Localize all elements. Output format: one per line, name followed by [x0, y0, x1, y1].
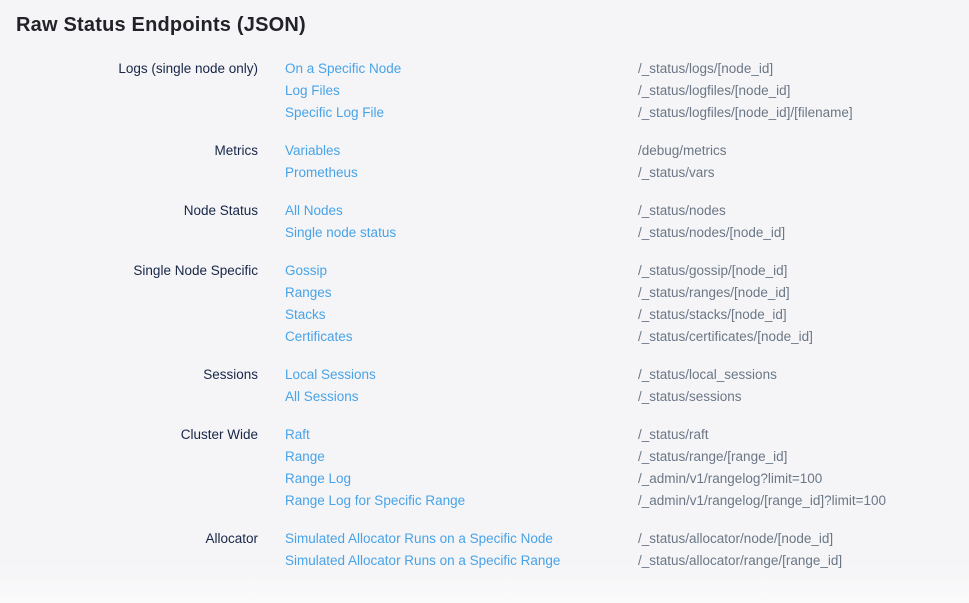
endpoint-group: Allocator Simulated Allocator Runs on a …: [16, 528, 953, 572]
links-column: VariablesPrometheus: [258, 140, 638, 184]
endpoint-path: /_status/certificates/[node_id]: [638, 326, 953, 348]
category-label: Allocator: [16, 528, 258, 572]
endpoint-path: /_status/local_sessions: [638, 364, 953, 386]
endpoint-link[interactable]: Range Log: [285, 468, 351, 490]
category-label: Node Status: [16, 200, 258, 244]
links-column: Simulated Allocator Runs on a Specific N…: [258, 528, 638, 572]
endpoint-link[interactable]: Specific Log File: [285, 102, 384, 124]
category-label: Single Node Specific: [16, 260, 258, 348]
endpoint-link[interactable]: Gossip: [285, 260, 327, 282]
endpoint-link[interactable]: Range Log for Specific Range: [285, 490, 465, 512]
endpoint-path: /_status/allocator/range/[range_id]: [638, 550, 953, 572]
raw-status-endpoints-section: Raw Status Endpoints (JSON) Logs (single…: [0, 0, 969, 572]
endpoint-path: /_status/ranges/[node_id]: [638, 282, 953, 304]
paths-column: /_status/gossip/[node_id]/_status/ranges…: [638, 260, 953, 348]
endpoint-link[interactable]: Log Files: [285, 80, 340, 102]
endpoint-path: /_admin/v1/rangelog/[range_id]?limit=100: [638, 490, 953, 512]
endpoint-group: Node Status All NodesSingle node status …: [16, 200, 953, 244]
endpoint-group: Sessions Local SessionsAll Sessions /_st…: [16, 364, 953, 408]
endpoint-path: /_status/gossip/[node_id]: [638, 260, 953, 282]
endpoint-link[interactable]: All Sessions: [285, 386, 359, 408]
endpoint-group: Single Node Specific GossipRangesStacksC…: [16, 260, 953, 348]
paths-column: /_status/nodes/_status/nodes/[node_id]: [638, 200, 953, 244]
links-column: RaftRangeRange LogRange Log for Specific…: [258, 424, 638, 512]
endpoint-path: /_status/logfiles/[node_id]: [638, 80, 953, 102]
endpoint-link[interactable]: Simulated Allocator Runs on a Specific N…: [285, 528, 553, 550]
links-column: Local SessionsAll Sessions: [258, 364, 638, 408]
paths-column: /_status/allocator/node/[node_id]/_statu…: [638, 528, 953, 572]
category-label: Cluster Wide: [16, 424, 258, 512]
endpoint-link[interactable]: Prometheus: [285, 162, 358, 184]
endpoint-path: /_status/sessions: [638, 386, 953, 408]
endpoint-path: /_status/raft: [638, 424, 953, 446]
endpoint-path: /_status/logfiles/[node_id]/[filename]: [638, 102, 953, 124]
endpoint-groups: Logs (single node only) On a Specific No…: [16, 58, 953, 572]
endpoint-link[interactable]: Single node status: [285, 222, 396, 244]
endpoint-link[interactable]: Simulated Allocator Runs on a Specific R…: [285, 550, 560, 572]
links-column: GossipRangesStacksCertificates: [258, 260, 638, 348]
endpoint-path: /_status/logs/[node_id]: [638, 58, 953, 80]
endpoint-path: /debug/metrics: [638, 140, 953, 162]
debug-page: { "page": { "title": "Raw Status Endpoin…: [0, 0, 969, 603]
endpoint-link[interactable]: Ranges: [285, 282, 332, 304]
endpoint-link[interactable]: Raft: [285, 424, 310, 446]
category-label: Metrics: [16, 140, 258, 184]
endpoint-path: /_status/nodes: [638, 200, 953, 222]
category-label: Sessions: [16, 364, 258, 408]
category-label: Logs (single node only): [16, 58, 258, 124]
endpoint-path: /_status/vars: [638, 162, 953, 184]
links-column: On a Specific NodeLog FilesSpecific Log …: [258, 58, 638, 124]
endpoint-path: /_status/allocator/node/[node_id]: [638, 528, 953, 550]
endpoint-link[interactable]: All Nodes: [285, 200, 343, 222]
endpoint-group: Metrics VariablesPrometheus /debug/metri…: [16, 140, 953, 184]
endpoint-path: /_status/stacks/[node_id]: [638, 304, 953, 326]
endpoint-link[interactable]: Range: [285, 446, 325, 468]
paths-column: /_status/raft/_status/range/[range_id]/_…: [638, 424, 953, 512]
endpoint-group: Logs (single node only) On a Specific No…: [16, 58, 953, 124]
endpoint-path: /_status/range/[range_id]: [638, 446, 953, 468]
endpoint-link[interactable]: Local Sessions: [285, 364, 376, 386]
endpoint-link[interactable]: Certificates: [285, 326, 353, 348]
paths-column: /_status/local_sessions/_status/sessions: [638, 364, 953, 408]
endpoint-link[interactable]: On a Specific Node: [285, 58, 401, 80]
endpoint-link[interactable]: Variables: [285, 140, 340, 162]
endpoint-path: /_admin/v1/rangelog?limit=100: [638, 468, 953, 490]
paths-column: /_status/logs/[node_id]/_status/logfiles…: [638, 58, 953, 124]
links-column: All NodesSingle node status: [258, 200, 638, 244]
page-title: Raw Status Endpoints (JSON): [16, 14, 953, 37]
endpoint-group: Cluster Wide RaftRangeRange LogRange Log…: [16, 424, 953, 512]
endpoint-path: /_status/nodes/[node_id]: [638, 222, 953, 244]
endpoint-link[interactable]: Stacks: [285, 304, 326, 326]
paths-column: /debug/metrics/_status/vars: [638, 140, 953, 184]
